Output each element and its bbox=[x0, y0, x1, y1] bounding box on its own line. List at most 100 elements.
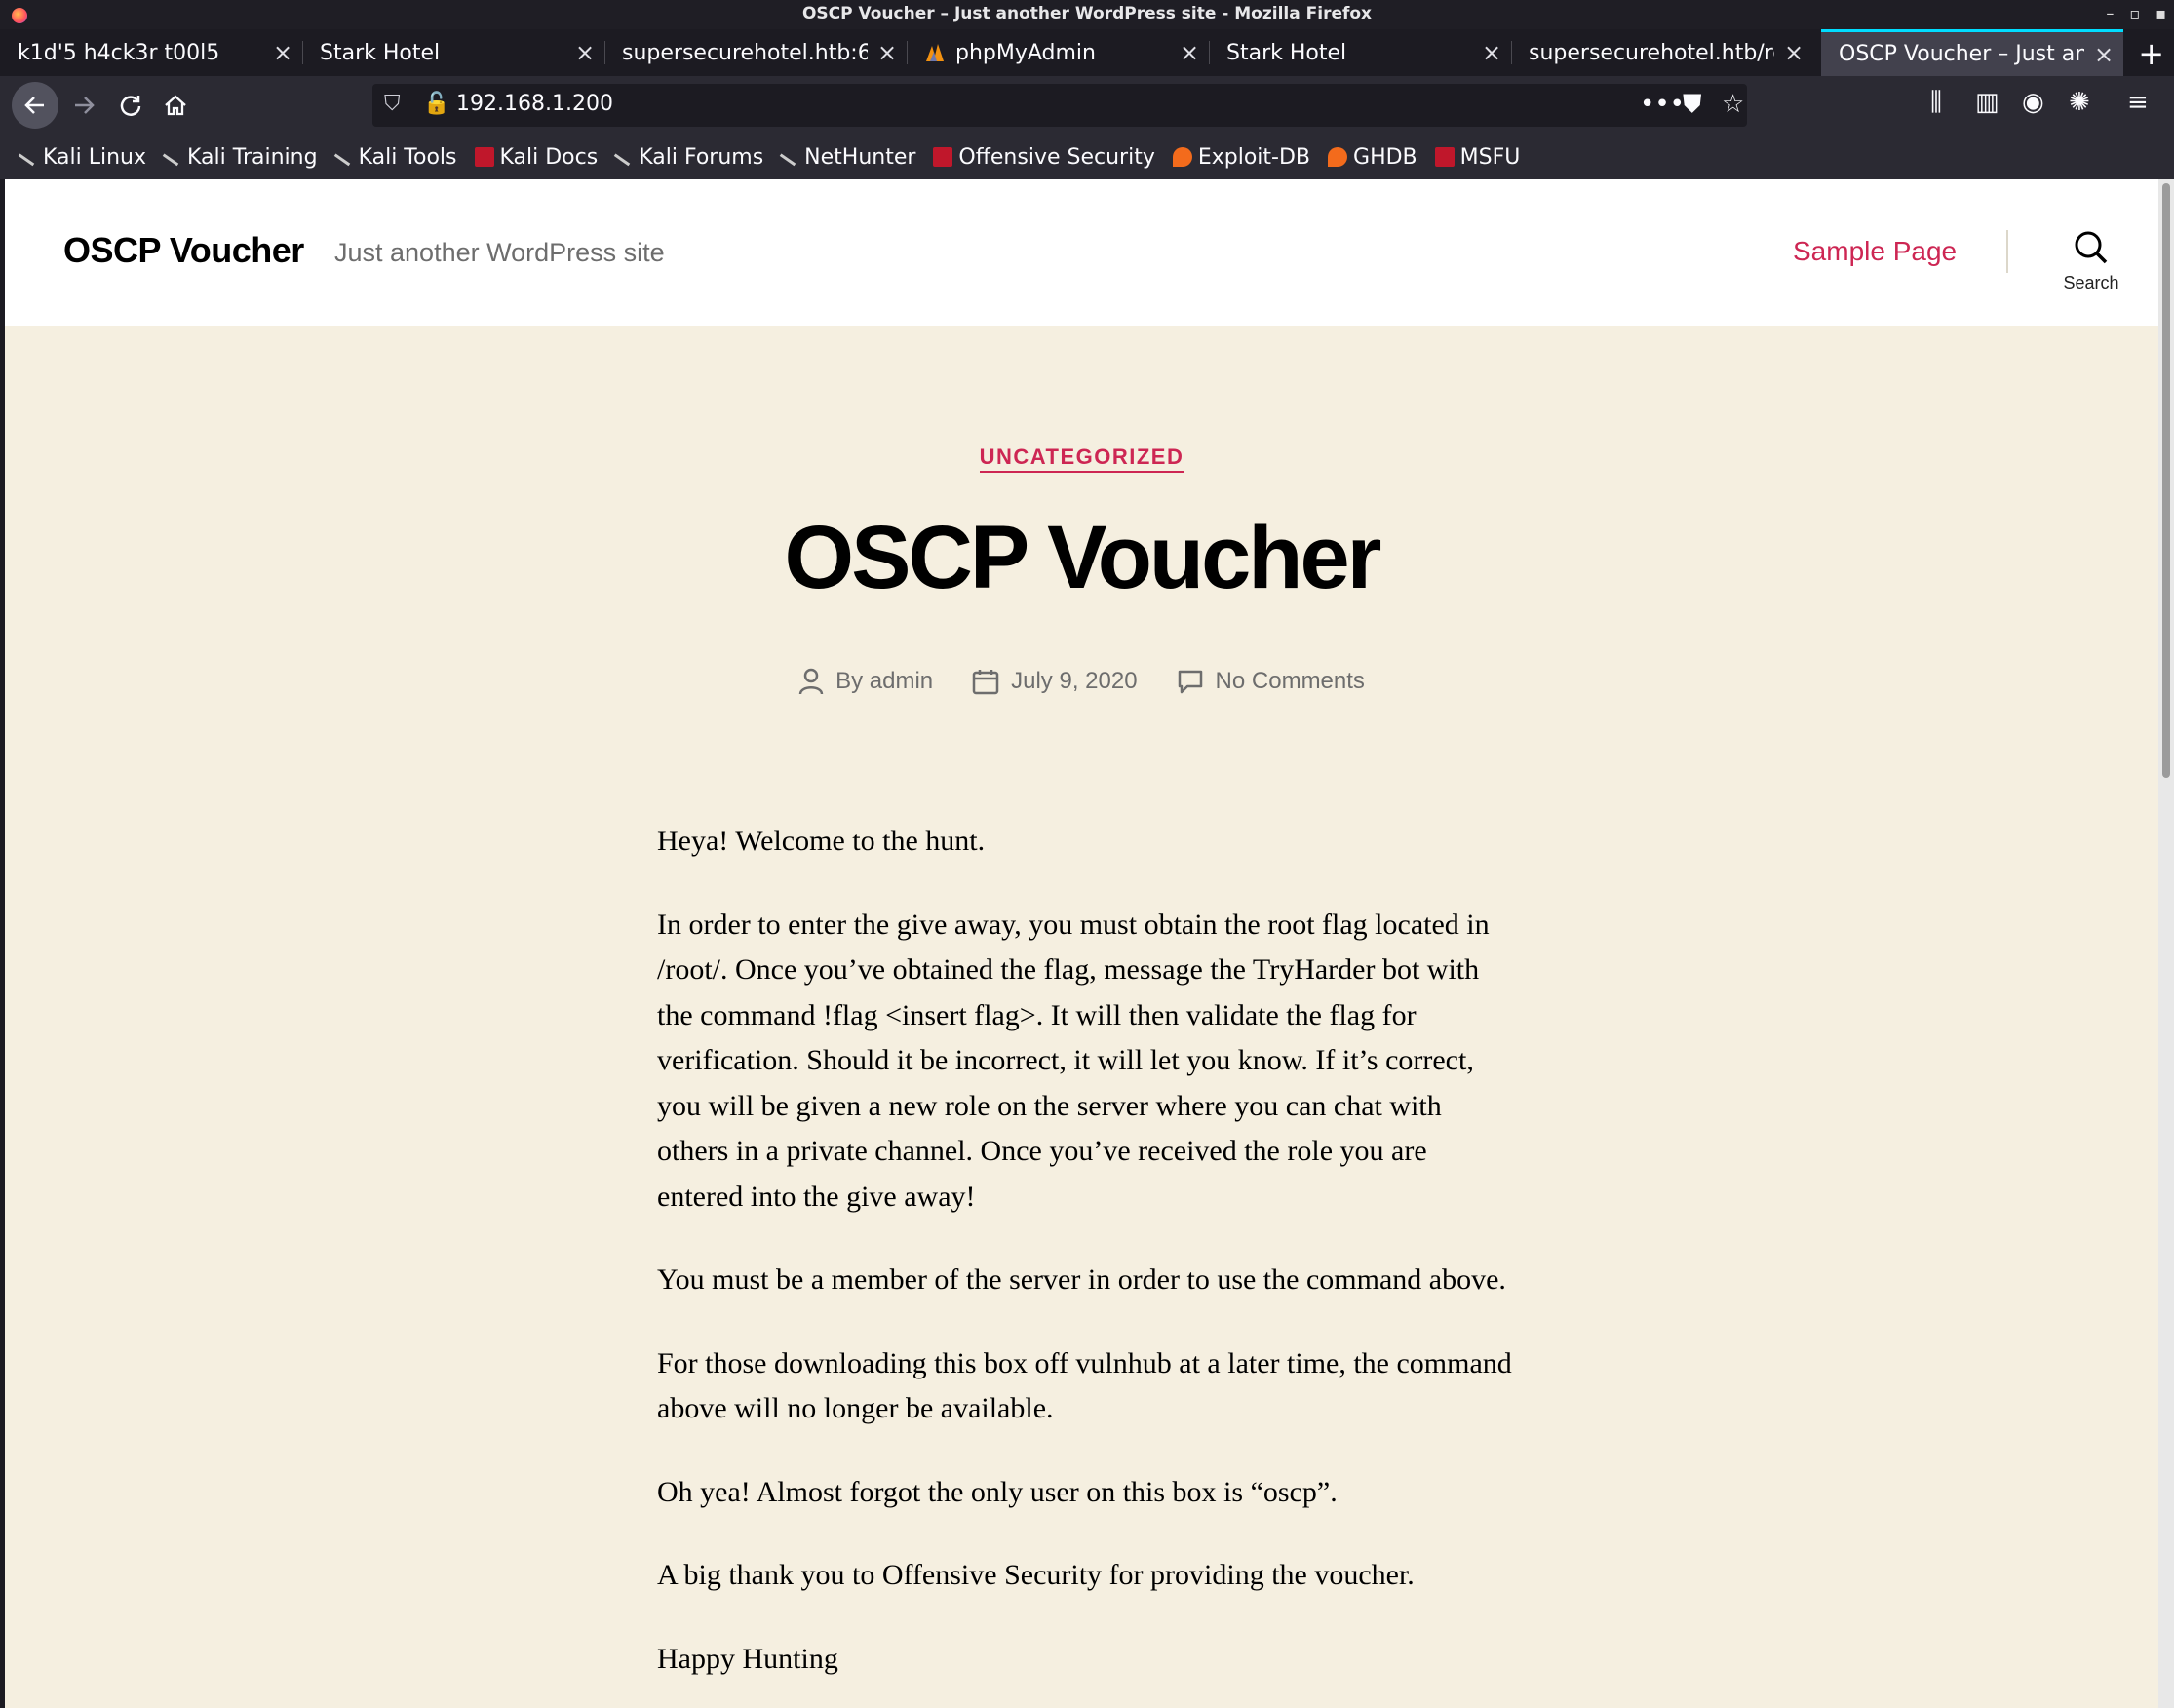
post-date: July 9, 2020 bbox=[972, 667, 1138, 696]
sidebar-icon[interactable]: ▥ bbox=[1975, 88, 1999, 117]
close-tab-icon[interactable]: × bbox=[1170, 39, 1209, 66]
tab-bar: k1d'5 h4ck3r t00l5 × Stark Hotel × super… bbox=[0, 29, 2174, 76]
forward-arrow-icon bbox=[75, 97, 95, 114]
kali-dragon-icon bbox=[779, 147, 800, 167]
library-icon[interactable]: ⫼ bbox=[1930, 88, 1942, 118]
close-tab-icon[interactable]: × bbox=[263, 39, 302, 66]
home-icon bbox=[165, 95, 186, 116]
kali-dragon-icon bbox=[162, 147, 183, 167]
post-content: Heya! Welcome to the hunt. In order to e… bbox=[657, 819, 1515, 1708]
tab[interactable]: supersecurehotel.htb/rev × bbox=[1511, 29, 1813, 76]
back-button[interactable] bbox=[12, 82, 58, 129]
site-title[interactable]: OSCP Voucher bbox=[63, 230, 304, 271]
forward-button[interactable] bbox=[64, 86, 103, 125]
account-icon[interactable]: ◉ bbox=[2022, 88, 2044, 117]
kali-docs-icon bbox=[474, 147, 494, 167]
phpmyadmin-icon bbox=[926, 44, 944, 61]
tab[interactable]: supersecurehotel.htb:649 × bbox=[604, 29, 908, 76]
menu-sample-page[interactable]: Sample Page bbox=[1793, 236, 1957, 267]
bookmark-item[interactable]: Kali Linux bbox=[18, 144, 147, 170]
search-icon bbox=[2075, 231, 2108, 264]
scrollbar-thumb[interactable] bbox=[2162, 183, 2170, 778]
extensions-icon[interactable]: ✺ bbox=[2069, 88, 2090, 117]
tracking-shield-icon[interactable]: ⛉ bbox=[384, 92, 401, 116]
close-tab-icon[interactable]: × bbox=[1774, 39, 1813, 66]
post-paragraph: You must be a member of the server in or… bbox=[657, 1263, 1506, 1296]
url-text[interactable]: 192.168.1.200 bbox=[456, 92, 613, 116]
offsec-icon bbox=[933, 147, 953, 167]
bookmark-label: NetHunter bbox=[804, 144, 916, 170]
kali-dragon-icon bbox=[18, 147, 39, 167]
bookmark-item[interactable]: MSFU bbox=[1434, 144, 1521, 170]
bookmark-item[interactable]: Kali Docs bbox=[474, 145, 598, 170]
page-actions-icon[interactable]: ••• bbox=[1640, 90, 1685, 119]
category-link[interactable]: UNCATEGORIZED bbox=[979, 445, 1184, 473]
post-author: By admin bbox=[798, 667, 933, 696]
page-scrollbar[interactable] bbox=[2158, 179, 2174, 1708]
post-paragraph: For those downloading this box off vulnh… bbox=[657, 1346, 1512, 1425]
site-header: OSCP Voucher Just another WordPress site… bbox=[5, 179, 2158, 326]
tab[interactable]: Stark Hotel × bbox=[1209, 29, 1512, 76]
post-paragraph: Heya! Welcome to the hunt. bbox=[657, 825, 986, 857]
bookmark-star-icon[interactable]: ☆ bbox=[1722, 90, 1744, 119]
post-category: UNCATEGORIZED bbox=[5, 445, 2158, 473]
url-bar[interactable]: ⛉ 🔓 192.168.1.200 ••• ⛊ ☆ bbox=[372, 84, 1747, 127]
navigation-toolbar: ⛉ 🔓 192.168.1.200 ••• ⛊ ☆ ⫼ ▥ ◉ ✺ ≡ bbox=[0, 76, 2174, 135]
user-icon bbox=[798, 668, 824, 695]
bookmark-label: Kali Tools bbox=[358, 144, 457, 170]
close-tab-icon[interactable]: × bbox=[565, 39, 604, 66]
close-tab-icon[interactable]: × bbox=[868, 39, 907, 66]
search-toggle-button[interactable]: Search bbox=[2052, 228, 2130, 293]
post-title: OSCP Voucher bbox=[784, 508, 1382, 607]
tab-label: k1d'5 h4ck3r t00l5 bbox=[18, 40, 220, 65]
bookmark-label: MSFU bbox=[1459, 144, 1521, 170]
bookmark-label: Kali Linux bbox=[43, 144, 147, 170]
kali-dragon-icon bbox=[333, 147, 354, 167]
date-link[interactable]: July 9, 2020 bbox=[1011, 668, 1137, 695]
tab[interactable]: k1d'5 h4ck3r t00l5 × bbox=[0, 29, 303, 76]
bookmark-label: GHDB bbox=[1353, 144, 1417, 170]
reload-button[interactable] bbox=[111, 86, 150, 125]
ghdb-icon bbox=[1328, 147, 1348, 167]
bookmark-label: Kali Forums bbox=[639, 144, 764, 170]
author-link[interactable]: By admin bbox=[835, 668, 933, 695]
bookmark-label: Exploit-DB bbox=[1197, 144, 1311, 170]
post-paragraph: Oh yea! Almost forgot the only user on t… bbox=[657, 1475, 1338, 1508]
tab-active[interactable]: OSCP Voucher – Just ano × bbox=[1821, 29, 2123, 76]
site-description: Just another WordPress site bbox=[334, 238, 665, 267]
bookmarks-toolbar: Kali Linux Kali Training Kali Tools Kali… bbox=[0, 135, 2174, 179]
bookmark-item[interactable]: Exploit-DB bbox=[1172, 144, 1311, 170]
bookmark-item[interactable]: GHDB bbox=[1328, 145, 1417, 170]
kali-dragon-icon bbox=[613, 147, 635, 167]
bookmark-item[interactable]: NetHunter bbox=[779, 144, 916, 170]
tab[interactable]: Stark Hotel × bbox=[302, 29, 605, 76]
maximize-icon[interactable]: ▫ bbox=[2129, 4, 2140, 22]
menu-icon[interactable]: ≡ bbox=[2127, 88, 2149, 117]
tab-label: phpMyAdmin bbox=[955, 40, 1096, 65]
close-tab-icon[interactable]: × bbox=[1472, 39, 1511, 66]
tab-label: Stark Hotel bbox=[1226, 40, 1347, 65]
post-paragraph: Happy Hunting bbox=[657, 1642, 838, 1675]
pocket-icon[interactable]: ⛊ bbox=[1683, 90, 1702, 120]
minimize-icon[interactable]: – bbox=[2106, 4, 2114, 22]
back-arrow-icon bbox=[24, 97, 44, 114]
bookmark-item[interactable]: Offensive Security bbox=[933, 145, 1155, 170]
tab-label: Stark Hotel bbox=[320, 40, 441, 65]
search-label: Search bbox=[2063, 273, 2119, 292]
bookmark-item[interactable]: Kali Forums bbox=[613, 144, 764, 170]
bookmark-item[interactable]: Kali Tools bbox=[333, 144, 457, 170]
bookmark-item[interactable]: Kali Training bbox=[162, 144, 318, 170]
home-button[interactable] bbox=[156, 86, 195, 125]
post-paragraph: A big thank you to Offensive Security fo… bbox=[657, 1559, 1415, 1591]
close-window-icon[interactable]: ▪ bbox=[2155, 4, 2166, 22]
tab-label: supersecurehotel.htb:649 bbox=[622, 40, 868, 65]
post-meta: By admin July 9, 2020 No Comments bbox=[5, 667, 2158, 696]
bookmark-label: Kali Training bbox=[187, 144, 318, 170]
tab[interactable]: phpMyAdmin × bbox=[907, 29, 1210, 76]
close-tab-icon[interactable]: × bbox=[2084, 41, 2123, 68]
calendar-icon bbox=[972, 670, 999, 695]
comments-link[interactable]: No Comments bbox=[1216, 668, 1365, 695]
web-page: OSCP Voucher Just another WordPress site… bbox=[5, 179, 2158, 1708]
new-tab-button[interactable]: + bbox=[2138, 35, 2164, 72]
insecure-lock-icon[interactable]: 🔓 bbox=[423, 92, 449, 116]
